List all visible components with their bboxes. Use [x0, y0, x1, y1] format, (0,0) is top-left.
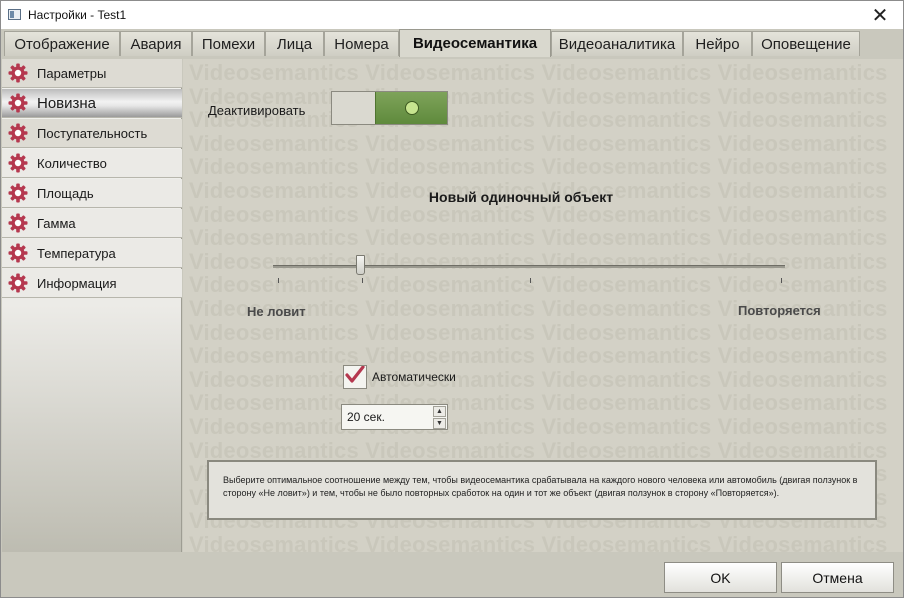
cancel-button[interactable]: Отмена — [781, 562, 894, 593]
gear-icon — [7, 92, 29, 114]
watermark-row: Videosemantics Videosemantics Videoseman… — [189, 130, 888, 156]
deactivate-toggle[interactable] — [331, 91, 448, 125]
auto-checkbox[interactable] — [343, 364, 367, 389]
slider-tick — [530, 278, 531, 283]
watermark-row: Videosemantics Videosemantics Videoseman… — [189, 225, 888, 251]
gear-icon — [7, 242, 29, 264]
slider-tick — [781, 278, 782, 283]
tab-videoanalytics[interactable]: Видеоаналитика — [551, 31, 683, 56]
sidebar-item-label: Новизна — [37, 94, 97, 112]
tab-neuro[interactable]: Нейро — [683, 31, 752, 56]
sidebar-item-label: Температура — [37, 245, 116, 261]
sidebar-item-information[interactable]: Информация — [2, 269, 182, 298]
toggle-on-segment — [375, 92, 447, 124]
watermark-row: Videosemantics Videosemantics Videoseman… — [189, 343, 888, 369]
sidebar-item-label: Поступательность — [37, 125, 148, 141]
watermark-row: Videosemantics Videosemantics Videoseman… — [189, 390, 888, 416]
slider-track[interactable] — [273, 265, 785, 268]
help-text: Выберите оптимальное соотношение между т… — [223, 475, 858, 498]
sidebar-item-label: Параметры — [37, 65, 107, 81]
watermark-row: Videosemantics Videosemantics Videoseman… — [189, 366, 888, 392]
app-icon — [8, 9, 21, 20]
slider-min-label: Не ловит — [247, 304, 306, 319]
deactivate-label: Деактивировать — [208, 103, 306, 118]
slider-max-label: Повторяется — [738, 303, 821, 318]
gear-icon — [7, 62, 29, 84]
content-panel: Videosemantics Videosemantics Videoseman… — [183, 59, 903, 552]
tab-faces[interactable]: Лица — [265, 31, 324, 56]
slider-thumb[interactable] — [356, 255, 366, 275]
toggle-knob — [405, 101, 419, 115]
sidebar-item-label: Информация — [37, 275, 117, 291]
watermark-row: Videosemantics Videosemantics Videoseman… — [189, 319, 888, 345]
ok-button[interactable]: OK — [664, 562, 777, 593]
tab-videosemantics[interactable]: Видеосемантика — [399, 29, 551, 57]
window-title: Настройки - Test1 — [28, 8, 127, 22]
sidebar-item-label: Площадь — [37, 185, 94, 201]
sidebar-item-progressiveness[interactable]: Поступательность — [2, 119, 182, 148]
spin-down-button[interactable]: ▼ — [433, 418, 446, 429]
help-text-box: Выберите оптимальное соотношение между т… — [207, 460, 877, 520]
watermark-row: Videosemantics Videosemantics Videoseman… — [189, 414, 888, 439]
tab-noise[interactable]: Помехи — [192, 31, 265, 56]
watermark-row: Videosemantics Videosemantics Videoseman… — [189, 532, 888, 552]
checkmark-icon — [345, 364, 365, 389]
slider-title: Новый одиночный объект — [428, 189, 614, 205]
sidebar-item-label: Количество — [37, 155, 107, 171]
gear-icon — [7, 272, 29, 294]
settings-window: Настройки - Test1 ✕ Отображение Авария П… — [0, 0, 904, 598]
watermark-row: Videosemantics Videosemantics Videoseman… — [189, 60, 888, 85]
sidebar-item-area[interactable]: Площадь — [2, 179, 182, 208]
watermark-row: Videosemantics Videosemantics Videoseman… — [189, 272, 888, 298]
sidebar-item-label: Гамма — [37, 215, 76, 231]
spin-up-button[interactable]: ▲ — [433, 406, 446, 417]
close-icon: ✕ — [871, 4, 889, 27]
title-bar: Настройки - Test1 ✕ — [1, 1, 903, 29]
gear-icon — [7, 182, 29, 204]
gear-icon — [7, 152, 29, 174]
watermark-row: Videosemantics Videosemantics Videoseman… — [189, 154, 888, 180]
gear-icon — [7, 122, 29, 144]
watermark-row: Videosemantics Videosemantics Videoseman… — [189, 248, 888, 274]
sidebar-item-quantity[interactable]: Количество — [2, 149, 182, 178]
auto-checkbox-label: Автоматически — [372, 370, 456, 384]
tab-bar: Отображение Авария Помехи Лица Номера Ви… — [1, 29, 903, 57]
slider-tick — [278, 278, 279, 283]
interval-spinbox[interactable]: 20 сек. ▲ ▼ — [341, 404, 448, 430]
tab-plates[interactable]: Номера — [324, 31, 399, 56]
gear-icon — [7, 212, 29, 234]
watermark-row: Videosemantics Videosemantics Videoseman… — [189, 201, 888, 227]
sidebar-item-parameters[interactable]: Параметры — [2, 59, 182, 88]
close-button[interactable]: ✕ — [857, 1, 903, 29]
tab-alarm[interactable]: Авария — [120, 31, 192, 56]
sidebar-item-novelty[interactable]: Новизна — [2, 89, 182, 118]
sidebar-item-gamma[interactable]: Гамма — [2, 209, 182, 238]
sidebar-item-temperature[interactable]: Температура — [2, 239, 182, 268]
tab-display[interactable]: Отображение — [4, 31, 120, 56]
sidebar: Параметры Новизна Поступательность Колич… — [2, 59, 182, 552]
slider-tick — [362, 278, 363, 283]
tab-notification[interactable]: Оповещение — [752, 31, 860, 56]
spinbox-value: 20 сек. — [347, 410, 385, 424]
